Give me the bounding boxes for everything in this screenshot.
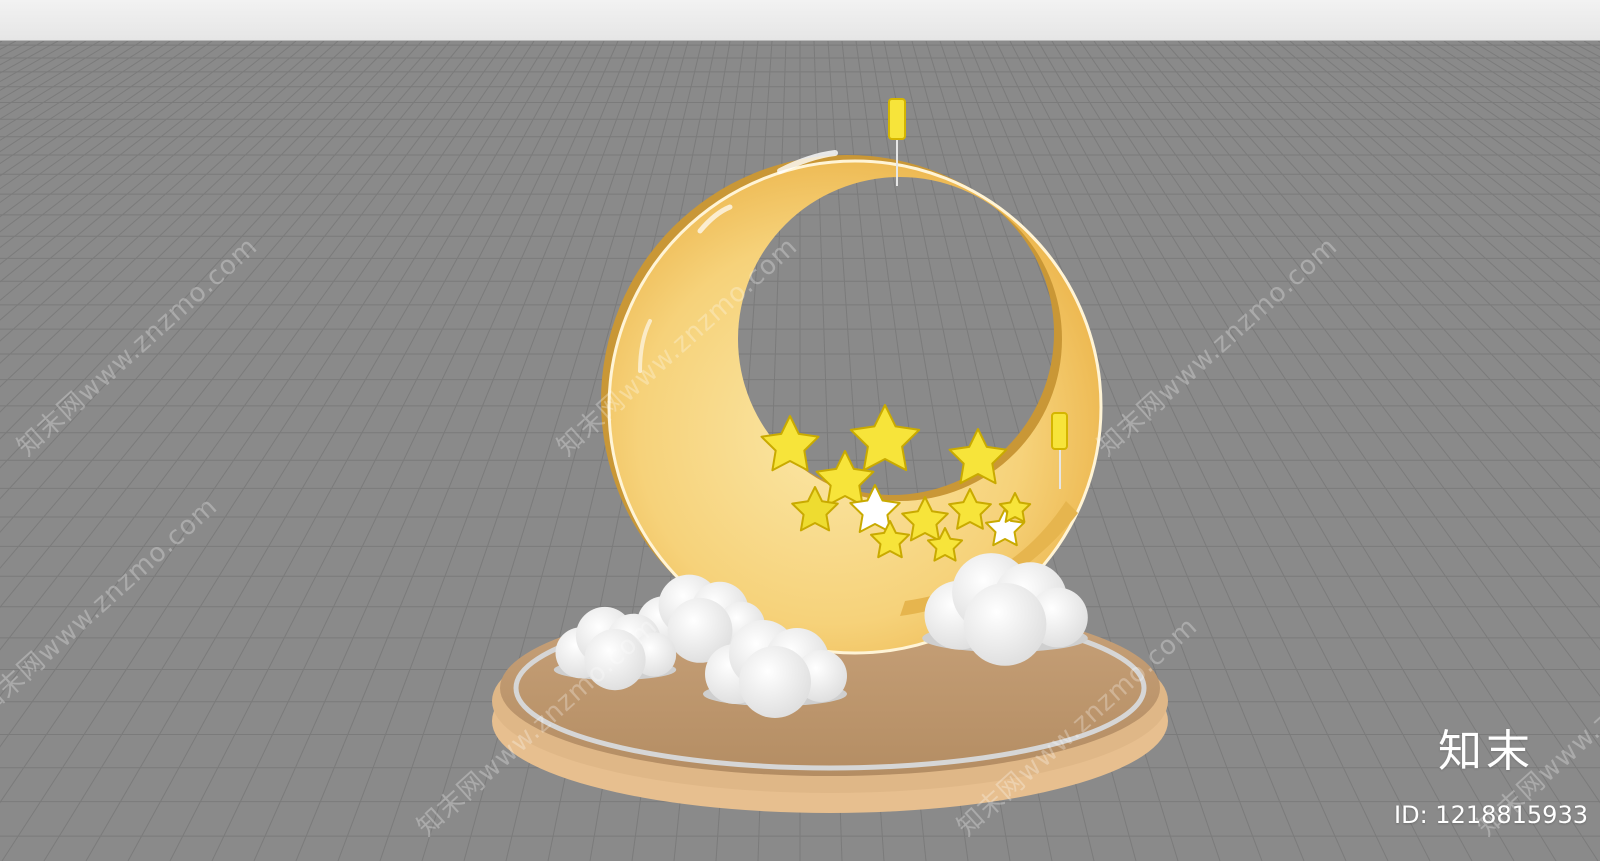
brand-logo-text: 知末 — [1438, 726, 1534, 777]
top-toolbar — [0, 0, 1600, 41]
3d-viewport[interactable]: 知末网www.znzmo.com 知末网www.znzmo.com 知末网www… — [0, 41, 1600, 861]
asset-id-label: ID: 1218815933 — [1394, 801, 1588, 829]
app-window: 知末网www.znzmo.com 知末网www.znzmo.com 知末网www… — [0, 0, 1600, 861]
asset-id-value: 1218815933 — [1435, 801, 1588, 829]
scene-canvas[interactable] — [0, 41, 1600, 861]
asset-id-prefix: ID: — [1394, 801, 1436, 829]
